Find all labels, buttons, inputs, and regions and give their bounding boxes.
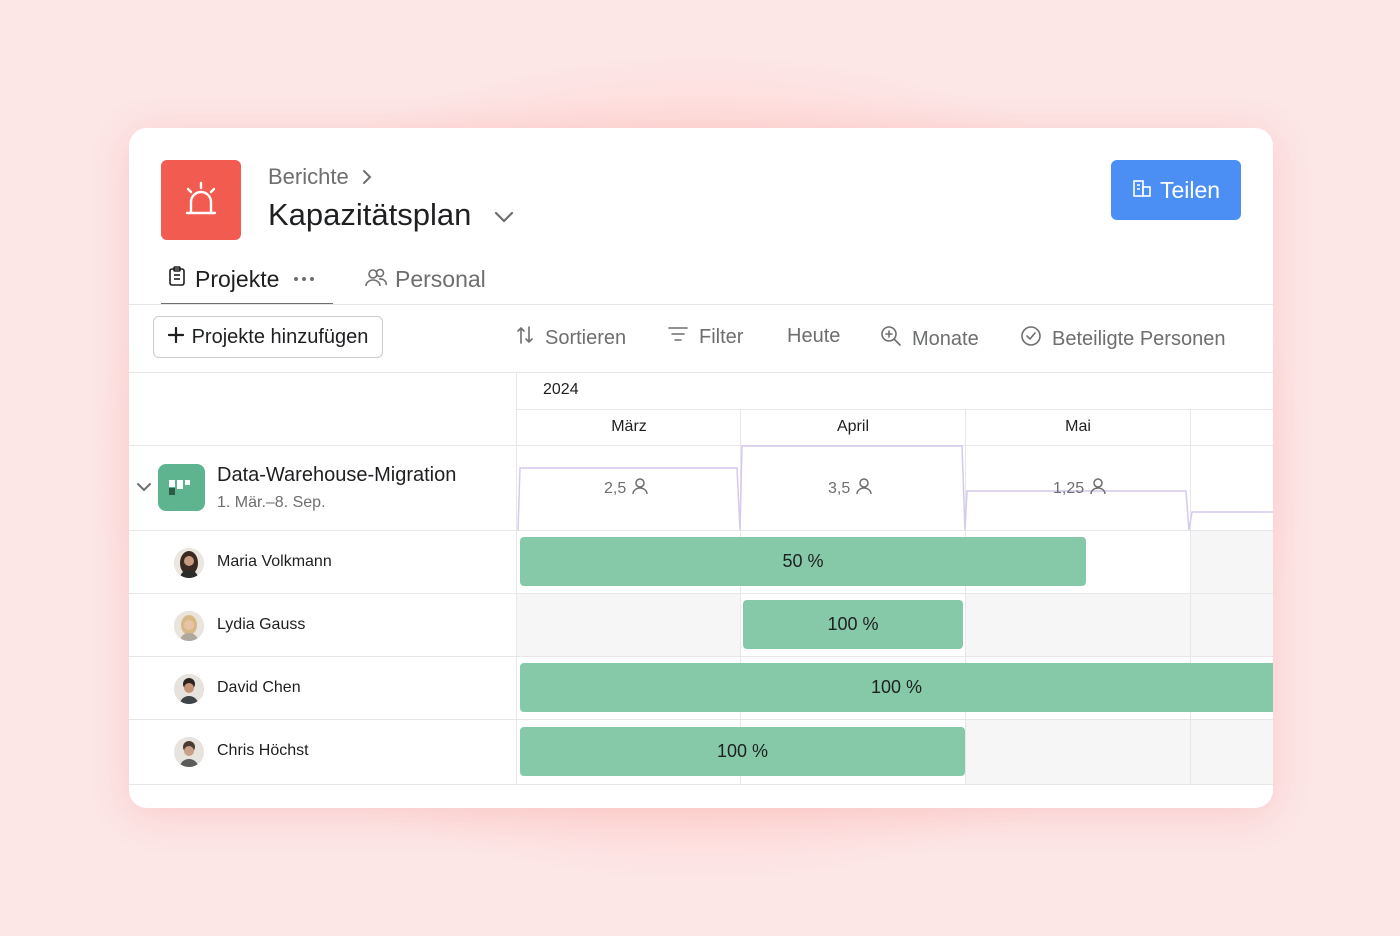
avatar (174, 674, 204, 704)
person-name: David Chen (217, 679, 301, 696)
page-title-text: Kapazitätsplan (268, 197, 472, 232)
tab-bar: Projekte Personal (161, 262, 1273, 306)
avatar (174, 611, 204, 641)
person-icon (632, 477, 648, 500)
person-name: Chris Höchst (217, 742, 309, 759)
plus-icon (167, 326, 184, 349)
share-button[interactable]: Teilen (1111, 160, 1241, 220)
month-april: April (836, 418, 869, 435)
allocation-bar[interactable]: 100 % (520, 727, 965, 776)
share-button-label: Teilen (1159, 176, 1221, 203)
capacity-march-value: 2,5 (604, 479, 627, 497)
people-icon (365, 266, 387, 293)
chevron-right-icon (361, 169, 373, 185)
allocation-bar[interactable]: 50 % (520, 537, 1086, 586)
capacity-april-value: 3,5 (828, 479, 851, 497)
filter-icon (667, 325, 689, 349)
divider (129, 304, 1273, 305)
add-projects-label: Projekte hinzufügen (191, 325, 369, 348)
tab-personal-label: Personal (395, 265, 486, 292)
person-row[interactable]: Chris Höchst (129, 720, 517, 782)
capacity-march: 2,5 (604, 477, 648, 500)
allocation-bar[interactable]: 100 % (743, 600, 963, 649)
empty-cell (1190, 531, 1273, 593)
capacity-april: 3,5 (828, 477, 872, 500)
months-label: Monate (912, 327, 979, 350)
chevron-down-icon[interactable] (136, 481, 152, 493)
tab-projects-label: Projekte (195, 265, 280, 292)
involved-people-label: Beteiligte Personen (1052, 327, 1226, 350)
clipboard-icon (167, 265, 187, 293)
project-name[interactable]: Data-Warehouse-Migration (217, 464, 456, 487)
person-row[interactable]: Lydia Gauss (129, 594, 517, 656)
zoom-months-button[interactable]: Monate (880, 325, 979, 353)
add-projects-button[interactable]: Projekte hinzufügen (153, 316, 383, 358)
capacity-may: 1,25 (1053, 477, 1106, 500)
more-options-icon[interactable] (293, 276, 315, 282)
chevron-down-icon[interactable] (493, 210, 515, 224)
zoom-in-icon (880, 325, 902, 353)
filter-label: Filter (699, 325, 744, 348)
breadcrumb-label[interactable]: Berichte (268, 164, 349, 190)
avatar (174, 548, 204, 578)
month-may: Mai (1065, 418, 1091, 435)
avatar (174, 737, 204, 767)
tab-projects[interactable]: Projekte (167, 262, 315, 296)
grid-line (129, 784, 1273, 785)
building-icon (1132, 177, 1152, 204)
grid-line (516, 409, 1273, 410)
empty-cell (517, 594, 741, 656)
empty-cell (965, 720, 1273, 784)
tab-personal[interactable]: Personal (365, 262, 486, 296)
report-card: Berichte Kapazitätsplan Teilen Projekte … (129, 128, 1273, 808)
sort-button[interactable]: Sortieren (515, 325, 626, 351)
capacity-timeline: 2024 März April Mai Data-Warehouse-Migra… (129, 373, 1273, 808)
today-button[interactable]: Heute (787, 325, 840, 348)
allocation-bar[interactable]: 100 % (520, 663, 1273, 712)
sort-icon (515, 325, 535, 351)
involved-people-button[interactable]: Beteiligte Personen (1020, 325, 1225, 353)
filter-button[interactable]: Filter (667, 325, 743, 349)
person-name: Maria Volkmann (217, 553, 332, 570)
today-label: Heute (787, 325, 841, 347)
page-title: Kapazitätsplan (268, 197, 515, 233)
check-circle-icon (1020, 325, 1042, 353)
person-name: Lydia Gauss (217, 616, 306, 633)
breadcrumb[interactable]: Berichte (268, 164, 373, 190)
project-icon (158, 464, 205, 511)
person-icon (1090, 477, 1106, 500)
person-icon (856, 477, 872, 500)
siren-icon (161, 160, 241, 240)
capacity-may-value: 1,25 (1053, 479, 1085, 497)
empty-cell (965, 594, 1273, 656)
sort-label: Sortieren (545, 326, 627, 349)
project-dates: 1. Mär.–8. Sep. (217, 494, 326, 511)
person-row[interactable]: David Chen (129, 657, 517, 719)
person-row[interactable]: Maria Volkmann (129, 531, 517, 593)
month-march: März (611, 418, 647, 435)
year-label: 2024 (543, 381, 579, 398)
